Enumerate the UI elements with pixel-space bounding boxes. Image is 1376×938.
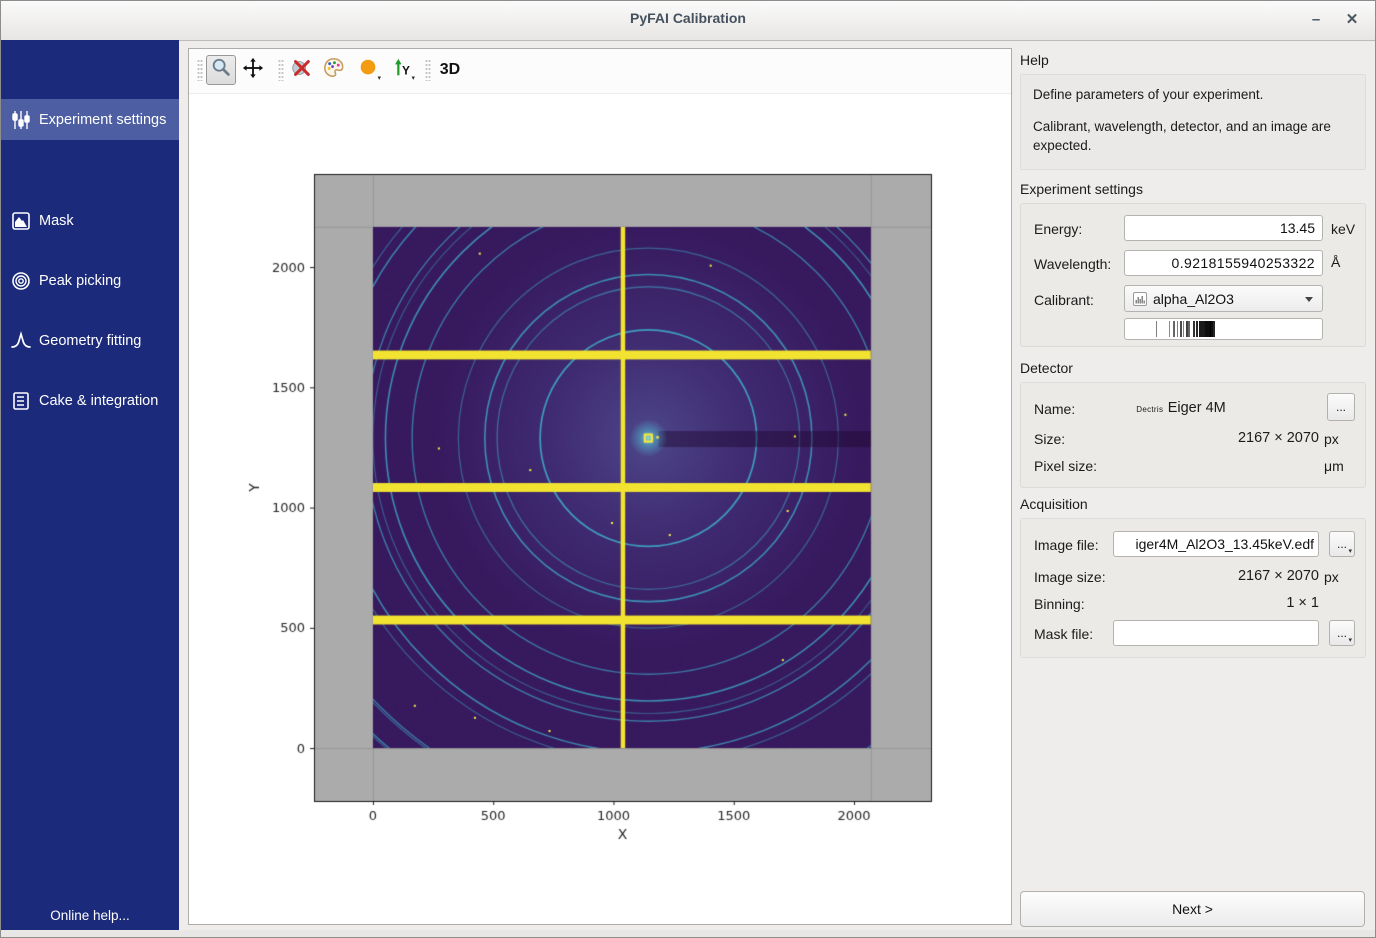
sidebar-item-label: Peak picking — [39, 273, 121, 289]
image-size-unit: px — [1324, 569, 1339, 585]
wavelength-input[interactable] — [1124, 250, 1323, 276]
image-size-value: 2167 × 2070 — [1021, 568, 1319, 584]
acquisition-group: Image file: ... ▾ Image size: 2167 × 207… — [1020, 518, 1366, 658]
mask-icon — [10, 210, 32, 232]
chevron-down-icon: ▾ — [411, 75, 415, 82]
help-text-line1: Define parameters of your experiment. — [1033, 85, 1353, 105]
sidebar-item-label: Cake & integration — [39, 393, 158, 409]
title-bar: PyFAI Calibration – ✕ — [0, 0, 1376, 41]
plot-panel: ▾ Y ▾ 3D — [188, 48, 1012, 925]
pan-button[interactable] — [238, 55, 268, 85]
help-section-title: Help — [1020, 52, 1049, 68]
sidebar-item-cake-integration[interactable]: Cake & integration — [1, 380, 179, 421]
peak-curve-icon — [10, 330, 32, 352]
energy-unit: keV — [1331, 221, 1355, 237]
help-text-line2: Calibrant, wavelength, detector, and an … — [1033, 117, 1353, 156]
sidebar-item-geometry-fitting[interactable]: Geometry fitting — [1, 320, 179, 361]
sidebar-item-experiment-settings[interactable]: Experiment settings — [1, 99, 179, 140]
experiment-settings-group: Energy: keV Wavelength: Å Calibrant: alp… — [1020, 203, 1366, 347]
detector-more-button[interactable]: ... — [1327, 393, 1355, 421]
chevron-down-icon — [1305, 297, 1313, 302]
minimize-button[interactable]: – — [1302, 6, 1330, 34]
colormap-button[interactable] — [318, 55, 348, 85]
window-title: PyFAI Calibration — [0, 10, 1376, 26]
y-axis-arrow-icon: Y — [391, 57, 413, 84]
sidebar-item-label: Mask — [39, 213, 74, 229]
chevron-down-icon: ▾ — [1348, 548, 1352, 555]
sidebar-item-label: Geometry fitting — [39, 333, 141, 349]
zoom-button[interactable] — [206, 55, 236, 85]
move-arrows-icon — [242, 57, 264, 84]
energy-input[interactable] — [1124, 215, 1323, 241]
magnifier-icon — [210, 57, 232, 84]
palette-icon — [322, 56, 345, 84]
detector-brand: Dectris — [1136, 405, 1163, 414]
sliders-icon — [10, 109, 32, 131]
online-help-link[interactable]: Online help... — [1, 908, 179, 923]
diffraction-plot-canvas[interactable] — [241, 151, 1001, 861]
sidebar: Experiment settings Mask Peak picking — [1, 40, 179, 931]
help-box: Define parameters of your experiment. Ca… — [1020, 74, 1366, 170]
wavelength-unit: Å — [1331, 254, 1340, 270]
calibrant-rings-preview — [1124, 318, 1323, 340]
calibrant-label: Calibrant: — [1034, 292, 1094, 308]
toolbar-drag-handle[interactable] — [425, 59, 431, 81]
orange-circle-icon — [357, 57, 379, 84]
detector-name-value: Dectris Eiger 4M — [1021, 399, 1341, 417]
3d-label: 3D — [440, 61, 460, 79]
clear-button[interactable] — [286, 55, 316, 85]
close-button[interactable]: ✕ — [1338, 6, 1366, 34]
window-bottom-strip — [1, 930, 1375, 937]
calibrant-value: alpha_Al2O3 — [1153, 291, 1234, 307]
energy-label: Energy: — [1034, 221, 1082, 237]
toolbar-drag-handle[interactable] — [278, 59, 284, 81]
detector-section-title: Detector — [1020, 360, 1073, 376]
sidebar-item-mask[interactable]: Mask — [1, 200, 179, 241]
toolbar-drag-handle[interactable] — [197, 59, 203, 81]
image-file-label: Image file: — [1034, 537, 1099, 553]
sidebar-item-label: Experiment settings — [39, 112, 166, 128]
chevron-down-icon: ▾ — [377, 75, 381, 82]
acquisition-section-title: Acquisition — [1020, 496, 1088, 512]
next-button[interactable]: Next > — [1020, 891, 1365, 927]
concentric-rings-icon — [10, 270, 32, 292]
detector-size-value: 2167 × 2070 — [1021, 430, 1319, 446]
mask-file-input[interactable] — [1113, 620, 1319, 646]
sidebar-item-peak-picking[interactable]: Peak picking — [1, 260, 179, 301]
plot-toolbar: ▾ Y ▾ 3D — [189, 49, 1011, 94]
lined-square-icon — [10, 390, 32, 412]
pixel-size-unit: μm — [1324, 458, 1344, 474]
y-axis-orientation-button[interactable]: Y ▾ — [387, 55, 417, 85]
image-file-browse-button[interactable]: ... ▾ — [1329, 531, 1355, 557]
svg-text:Y: Y — [402, 63, 410, 77]
red-cross-icon — [290, 57, 312, 84]
histogram-icon — [1133, 292, 1147, 306]
experiment-settings-title: Experiment settings — [1020, 181, 1143, 197]
detector-size-unit: px — [1324, 431, 1339, 447]
mask-display-button[interactable]: ▾ — [353, 55, 383, 85]
calibrant-select[interactable]: alpha_Al2O3 — [1124, 285, 1323, 312]
image-file-input[interactable] — [1113, 531, 1319, 557]
wavelength-label: Wavelength: — [1034, 256, 1111, 272]
mode-3d-button[interactable]: 3D — [433, 55, 467, 85]
chevron-down-icon: ▾ — [1348, 637, 1352, 644]
mask-file-browse-button[interactable]: ... ▾ — [1329, 620, 1355, 646]
binning-value: 1 × 1 — [1021, 595, 1319, 611]
pixel-size-label: Pixel size: — [1034, 458, 1097, 474]
detector-group: Name: Dectris Eiger 4M ... Size: 2167 × … — [1020, 382, 1366, 488]
mask-file-label: Mask file: — [1034, 626, 1093, 642]
